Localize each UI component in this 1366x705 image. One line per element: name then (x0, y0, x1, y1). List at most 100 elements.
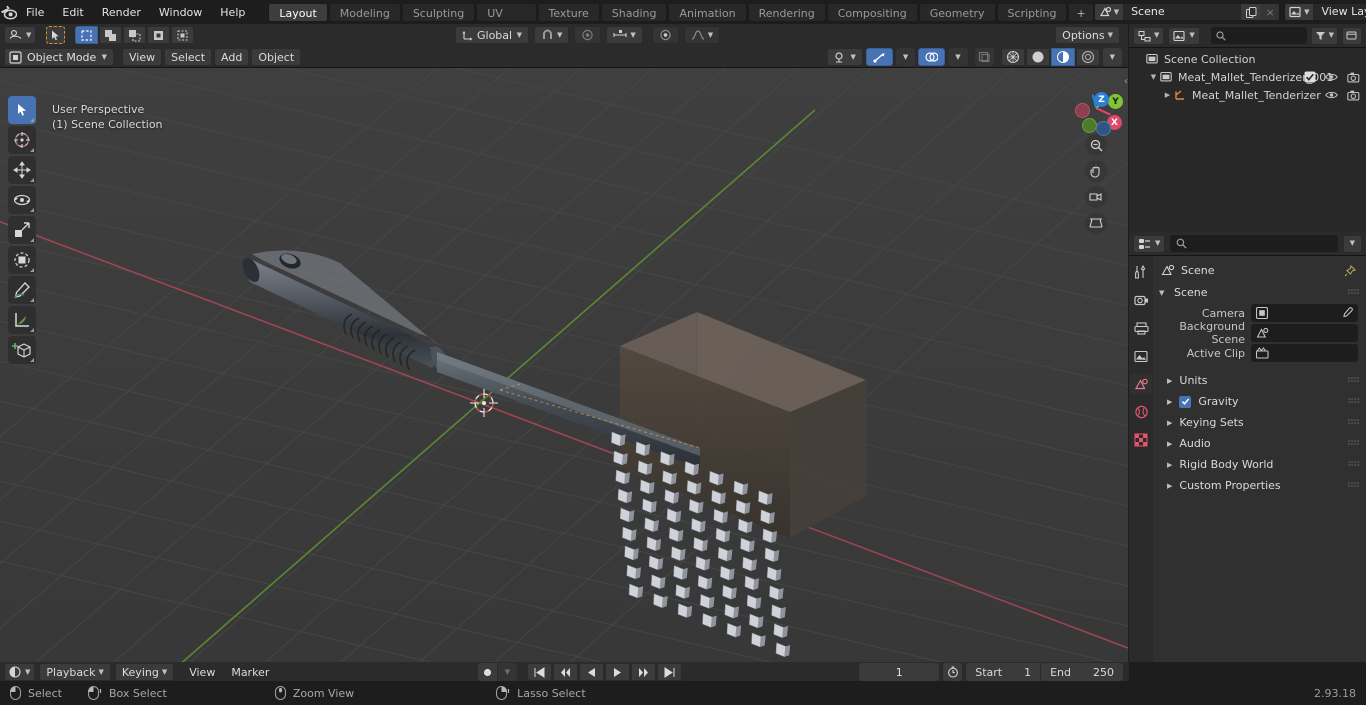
drag-grip[interactable] (1348, 440, 1360, 447)
editor-type-3dview-icon[interactable]: ▼ (4, 26, 37, 44)
camera-icon[interactable] (1347, 90, 1360, 101)
scene-icon[interactable]: ▼ (1094, 4, 1124, 20)
axis-dot-z[interactable]: Z (1094, 92, 1109, 107)
world-tab[interactable] (1130, 402, 1152, 422)
background-scene-field[interactable] (1251, 324, 1358, 342)
workspace-tab-animation[interactable]: Animation (668, 2, 747, 22)
viewport-canvas[interactable]: User Perspective (1) Scene Collection X … (0, 68, 1128, 662)
transform-orientation-dropdown[interactable]: Global ▼ (455, 26, 529, 44)
axis-dot-y[interactable]: Y (1108, 94, 1123, 109)
checkbox-checked-icon[interactable] (1304, 71, 1316, 83)
eye-icon[interactable] (1325, 72, 1338, 82)
view-layer-selector[interactable]: ▼ View Layer × (1284, 3, 1366, 21)
drag-grip[interactable] (1348, 398, 1360, 405)
panel-audio[interactable]: ▶ Audio (1153, 433, 1366, 454)
shading-dropdown[interactable]: ▼ (1102, 48, 1122, 66)
workspace-tab-shading[interactable]: Shading (600, 2, 668, 22)
transform-tool-button[interactable] (8, 246, 36, 274)
scene-name-field[interactable]: Scene (1123, 4, 1242, 20)
overlays-dropdown[interactable]: ▼ (948, 48, 968, 66)
workspace-tab-modeling[interactable]: Modeling (328, 2, 401, 22)
gizmo-dropdown[interactable]: ▼ (895, 48, 916, 66)
select-extend-icon[interactable] (99, 26, 123, 44)
viewport-menu-add[interactable]: Add (214, 48, 250, 66)
view-layer-name-field[interactable]: View Layer (1313, 4, 1366, 20)
workspace-tab-compositing[interactable]: Compositing (826, 2, 918, 22)
record-keyframe-icon[interactable] (478, 663, 497, 681)
properties-editor-icon[interactable]: ▼ (1133, 234, 1166, 253)
select-cursor-icon[interactable] (46, 26, 66, 44)
workspace-tab-uv-editing[interactable]: UV Editing (476, 2, 537, 39)
viewport-menu-object[interactable]: Object (251, 48, 302, 66)
scale-tool-button[interactable] (8, 216, 36, 244)
camera-view-icon[interactable] (1085, 186, 1107, 208)
drag-grip[interactable] (1348, 289, 1360, 296)
workspace-tab-sculpting[interactable]: Sculpting (401, 2, 476, 22)
axis-dot-neg-z[interactable] (1096, 121, 1111, 136)
solid-shading-icon[interactable] (1025, 48, 1050, 66)
panel-rigid-body-world[interactable]: ▶ Rigid Body World (1153, 454, 1366, 475)
outliner-row-scene-collection[interactable]: Scene Collection (1129, 50, 1366, 68)
drag-grip[interactable] (1348, 461, 1360, 468)
add-cube-tool-button[interactable] (8, 336, 36, 364)
start-frame-field[interactable]: Start 1 (966, 663, 1041, 681)
rotate-tool-button[interactable] (8, 186, 36, 214)
menu-render[interactable]: Render (93, 3, 150, 21)
proportional-falloff-toggle[interactable] (651, 26, 679, 44)
record-dropdown[interactable]: ▼ (498, 663, 517, 681)
drag-grip[interactable] (1348, 482, 1360, 489)
properties-search-input[interactable] (1170, 235, 1338, 252)
select-invert-icon[interactable] (147, 26, 171, 44)
section-header-scene[interactable]: ▼ Scene (1153, 283, 1366, 302)
snap-increment-icon[interactable]: ▼ (606, 26, 643, 44)
properties-options-dropdown[interactable]: ▼ (1342, 234, 1362, 253)
render-tab[interactable] (1130, 290, 1152, 310)
active-clip-field[interactable] (1251, 344, 1358, 362)
view-layer-icon[interactable]: ▼ (1285, 4, 1314, 20)
proportional-edit-icon[interactable] (574, 26, 602, 44)
play-icon[interactable] (605, 663, 630, 681)
workspace-tab-layout[interactable]: Layout (268, 2, 328, 22)
camera-field[interactable] (1251, 304, 1358, 322)
jump-to-start-icon[interactable] (527, 663, 552, 681)
tool-tab[interactable] (1130, 262, 1152, 282)
viewport-menu-select[interactable]: Select (164, 48, 213, 66)
expander-open-icon[interactable]: ▼ (1147, 73, 1160, 81)
workspace-tab-rendering[interactable]: Rendering (747, 2, 826, 22)
menu-help[interactable]: Help (211, 3, 254, 21)
panel-checkbox[interactable] (1179, 395, 1192, 408)
axis-dot-neg-x[interactable] (1075, 103, 1090, 118)
select-intersect-icon[interactable] (171, 26, 195, 44)
menu-file[interactable]: File (17, 3, 53, 21)
stopwatch-icon[interactable] (943, 663, 963, 681)
menu-window[interactable]: Window (150, 3, 211, 21)
ortho-persp-toggle-icon[interactable] (1085, 212, 1107, 234)
eye-icon[interactable] (1325, 90, 1338, 100)
interaction-mode-dropdown[interactable]: Object Mode ▼ (4, 48, 114, 66)
panel-custom-properties[interactable]: ▶ Custom Properties (1153, 475, 1366, 496)
move-tool-button[interactable] (8, 156, 36, 184)
timeline-menu-marker[interactable]: Marker (224, 663, 276, 681)
axis-gizmo[interactable]: X Y Z (1074, 86, 1123, 136)
workspace-tab-geometry-nodes[interactable]: Geometry Nodes (918, 2, 996, 39)
current-frame-field[interactable]: 1 (859, 663, 940, 681)
magnet-icon[interactable]: ▼ (534, 26, 570, 44)
filter-funnel-icon[interactable]: ▼ (1310, 26, 1338, 45)
outliner-editor-icon[interactable]: ▼ (1133, 26, 1165, 45)
new-scene-icon[interactable] (1241, 4, 1262, 20)
overlays-icon[interactable] (918, 48, 946, 66)
hand-pan-icon[interactable] (1085, 160, 1107, 182)
new-collection-icon[interactable] (1342, 26, 1362, 45)
unlink-scene-button[interactable]: × (1261, 4, 1280, 20)
tweak-tool-button[interactable] (8, 96, 36, 124)
wireframe-shading-icon[interactable] (1000, 48, 1025, 66)
eyedropper-icon[interactable] (1341, 307, 1353, 319)
blender-logo-icon[interactable] (0, 0, 17, 24)
add-workspace-button[interactable]: + (1068, 2, 1094, 22)
cursor-tool-button[interactable] (8, 126, 36, 154)
viewport-menu-view[interactable]: View (122, 48, 163, 66)
scene-tab[interactable] (1130, 374, 1152, 394)
end-frame-field[interactable]: End 250 (1041, 663, 1123, 681)
material-preview-shading-icon[interactable] (1050, 48, 1075, 66)
select-new-icon[interactable] (75, 26, 99, 44)
